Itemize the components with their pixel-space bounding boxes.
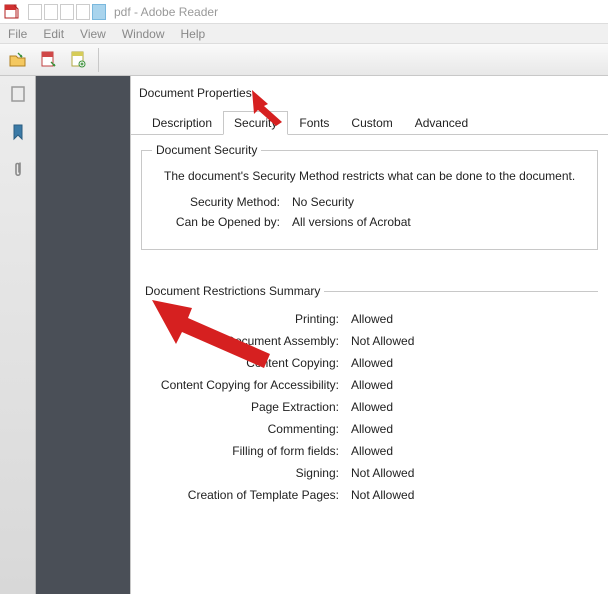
attachments-panel-icon[interactable] xyxy=(8,160,28,180)
restriction-row: Commenting: Allowed xyxy=(141,422,598,436)
toolbar-divider xyxy=(98,48,99,72)
opened-by-value: All versions of Acrobat xyxy=(292,215,411,229)
tab-advanced[interactable]: Advanced xyxy=(404,111,479,135)
restriction-row: Content Copying for Accessibility: Allow… xyxy=(141,378,598,392)
tab-custom[interactable]: Custom xyxy=(340,111,403,135)
menubar: File Edit View Window Help xyxy=(0,24,608,44)
restriction-value: Allowed xyxy=(351,422,393,436)
restrictions-group: Document Restrictions Summary Printing: … xyxy=(141,284,598,510)
thumbnails-panel-icon[interactable] xyxy=(8,84,28,104)
security-method-label: Security Method: xyxy=(152,195,292,209)
toolbar xyxy=(0,44,608,76)
tabstrip: Description Security Fonts Custom Advanc… xyxy=(131,110,608,135)
restriction-value: Allowed xyxy=(351,312,393,326)
document-properties-dialog: Document Properties Description Security… xyxy=(130,76,608,594)
nav-pane xyxy=(0,76,36,594)
restriction-value: Not Allowed xyxy=(351,334,414,348)
open-button[interactable] xyxy=(6,48,30,72)
menu-edit[interactable]: Edit xyxy=(35,25,72,43)
document-viewport xyxy=(36,76,130,594)
restriction-label: Page Extraction: xyxy=(141,400,351,414)
save-button[interactable] xyxy=(66,48,90,72)
restriction-value: Allowed xyxy=(351,356,393,370)
restriction-label: Content Copying: xyxy=(141,356,351,370)
restriction-label: Signing: xyxy=(141,466,351,480)
tab-fonts[interactable]: Fonts xyxy=(288,111,340,135)
tab-description[interactable]: Description xyxy=(141,111,223,135)
window-thumb-active[interactable] xyxy=(92,4,106,20)
menu-file[interactable]: File xyxy=(0,25,35,43)
restriction-row: Creation of Template Pages: Not Allowed xyxy=(141,488,598,502)
tab-security[interactable]: Security xyxy=(223,111,288,135)
restriction-label: Creation of Template Pages: xyxy=(141,488,351,502)
restriction-row: Signing: Not Allowed xyxy=(141,466,598,480)
restriction-label: Content Copying for Accessibility: xyxy=(141,378,351,392)
menu-window[interactable]: Window xyxy=(114,25,173,43)
restriction-value: Not Allowed xyxy=(351,466,414,480)
opened-by-label: Can be Opened by: xyxy=(152,215,292,229)
window-thumb[interactable] xyxy=(44,4,58,20)
window-thumb[interactable] xyxy=(76,4,90,20)
restriction-label: Printing: xyxy=(141,312,351,326)
pdf-app-icon xyxy=(4,4,20,20)
restriction-row: Filling of form fields: Allowed xyxy=(141,444,598,458)
menu-view[interactable]: View xyxy=(72,25,114,43)
security-method-value: No Security xyxy=(292,195,354,209)
restriction-label: Document Assembly: xyxy=(141,334,351,348)
restrictions-legend: Document Restrictions Summary xyxy=(141,284,324,298)
window-thumb[interactable] xyxy=(60,4,74,20)
restriction-row: Printing: Allowed xyxy=(141,312,598,326)
document-security-group: Document Security The document's Securit… xyxy=(141,143,598,250)
window-title: pdf - Adobe Reader xyxy=(114,5,218,19)
restriction-row: Page Extraction: Allowed xyxy=(141,400,598,414)
restriction-row: Document Assembly: Not Allowed xyxy=(141,334,598,348)
security-intro-text: The document's Security Method restricts… xyxy=(164,169,587,183)
titlebar: pdf - Adobe Reader xyxy=(0,0,608,24)
restriction-row: Content Copying: Allowed xyxy=(141,356,598,370)
document-security-legend: Document Security xyxy=(152,143,261,157)
window-thumbnails xyxy=(28,4,106,20)
dialog-title: Document Properties xyxy=(131,76,608,110)
bookmarks-panel-icon[interactable] xyxy=(8,122,28,142)
restriction-label: Filling of form fields: xyxy=(141,444,351,458)
restriction-value: Allowed xyxy=(351,400,393,414)
restriction-label: Commenting: xyxy=(141,422,351,436)
window-thumb[interactable] xyxy=(28,4,42,20)
restriction-value: Allowed xyxy=(351,444,393,458)
restriction-value: Not Allowed xyxy=(351,488,414,502)
create-pdf-button[interactable] xyxy=(36,48,60,72)
restriction-value: Allowed xyxy=(351,378,393,392)
menu-help[interactable]: Help xyxy=(173,25,214,43)
